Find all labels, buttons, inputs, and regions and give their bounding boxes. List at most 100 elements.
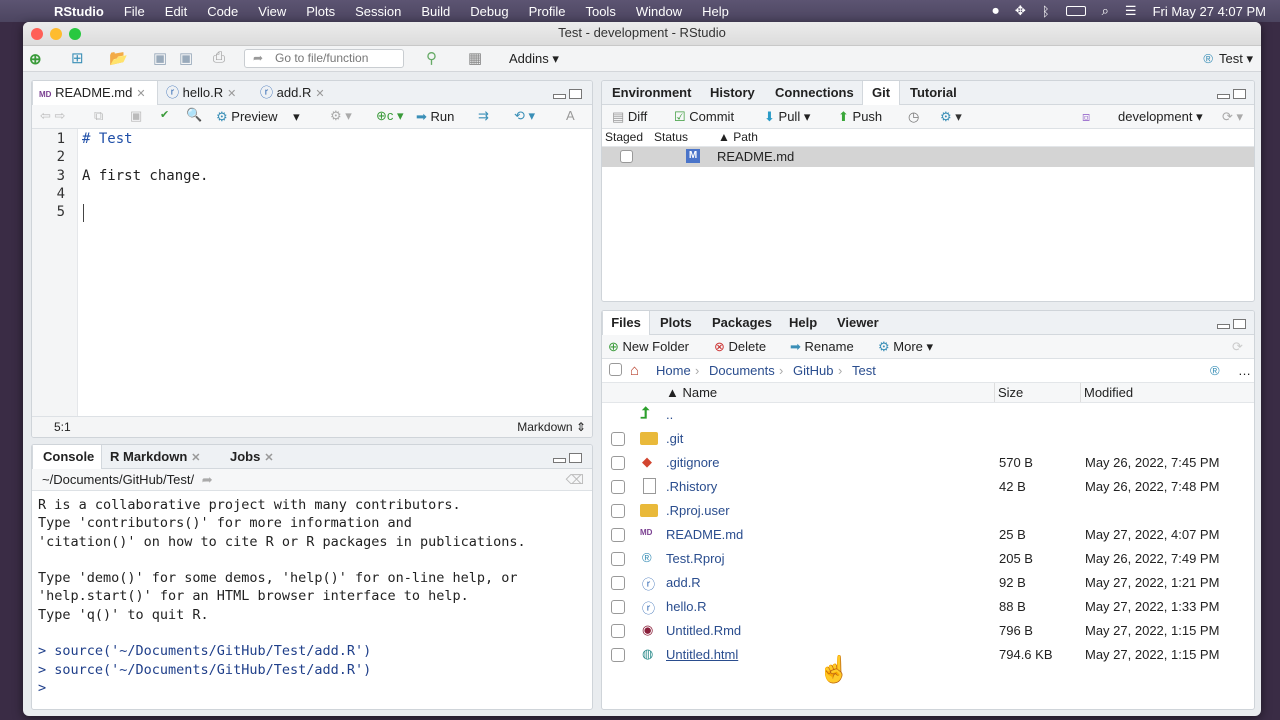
tab-packages[interactable]: Packages [706,311,778,335]
diff-button[interactable]: ▤ Diff [612,105,647,128]
control-center-icon[interactable]: ☰ [1125,3,1137,19]
project-menu[interactable]: ® Test ▾ [1203,51,1253,67]
file-name[interactable]: Test.Rproj [666,551,725,566]
minimize-window-button[interactable] [50,28,62,40]
console-output[interactable]: R is a collaborative project with many c… [38,497,588,709]
outline-icon[interactable]: A [566,108,575,123]
tab-r-markdown[interactable]: R Markdown ✕ [104,445,210,469]
print-icon[interactable]: ⎙ [213,49,225,66]
file-row[interactable]: ⓡ hello.R 88 B May 27, 2022, 1:33 PM [602,595,1254,619]
menu-plots[interactable]: Plots [306,4,335,19]
goto-file-function-input[interactable]: ➦ Go to file/function [244,49,404,68]
more-button[interactable]: ⚙ More ▾ [878,335,933,358]
close-icon[interactable]: ✕ [136,88,145,100]
home-icon[interactable]: ⌂ [630,359,639,382]
minimize-pane-icon[interactable] [1217,94,1230,99]
refresh-icon[interactable]: ⟳ [1232,335,1243,358]
file-row[interactable]: .Rhistory 42 B May 26, 2022, 7:48 PM [602,475,1254,499]
col-modified[interactable]: Modified [1080,383,1133,402]
code-editor[interactable]: # Test A first change. [82,129,592,416]
file-row[interactable]: MD README.md 25 B May 27, 2022, 4:07 PM [602,523,1254,547]
file-row[interactable]: .Rproj.user [602,499,1254,523]
close-icon[interactable]: ✕ [191,452,200,464]
row-checkbox[interactable] [611,528,625,542]
file-row[interactable]: .git [602,427,1254,451]
record-icon[interactable]: ⏺ [992,3,999,19]
new-file-icon[interactable]: ⊕ [29,50,42,68]
bluetooth-icon[interactable]: ᛒ [1042,4,1050,19]
row-checkbox[interactable] [611,432,625,446]
clear-console-icon[interactable]: ⌫ [566,469,584,490]
col-name[interactable]: ▲ Name [666,383,717,402]
save-icon[interactable]: ▣ [130,108,142,124]
pane-min-max[interactable] [550,451,584,463]
tab-readme-md[interactable]: MD README.md ✕ [32,81,158,106]
branch-menu[interactable]: development ▾ [1118,105,1203,128]
history-clock-icon[interactable]: ◷ [908,105,919,128]
row-checkbox[interactable] [611,504,625,518]
tab-viewer[interactable]: Viewer [831,311,885,335]
minimize-pane-icon[interactable] [553,94,566,99]
row-checkbox[interactable] [611,576,625,590]
rproj-icon[interactable]: ® [1210,359,1220,382]
tab-connections[interactable]: Connections [769,81,860,105]
dropbox-icon[interactable]: ✥ [1015,3,1026,19]
new-project-icon[interactable]: ⊞ [71,49,84,67]
tab-hello-r[interactable]: ⓡ hello.R ✕ [160,81,252,105]
menu-edit[interactable]: Edit [165,4,187,19]
tab-tutorial[interactable]: Tutorial [904,81,963,105]
menu-code[interactable]: Code [207,4,238,19]
col-size[interactable]: Size [994,383,1023,402]
save-icon[interactable]: ▣ [153,49,167,67]
file-name[interactable]: README.md [666,527,743,542]
source-run-icon[interactable]: ⟲ ▾ [514,108,535,124]
preview-button[interactable]: ⚙ Preview ▾ [216,109,300,125]
ellipsis-icon[interactable]: … [1238,359,1251,382]
delete-button[interactable]: ⊗ Delete [714,335,766,358]
file-row[interactable]: ® Test.Rproj 205 B May 26, 2022, 7:49 PM [602,547,1254,571]
menu-build[interactable]: Build [421,4,450,19]
staged-checkbox[interactable] [620,150,633,163]
menu-file[interactable]: File [124,4,145,19]
branch-icon[interactable]: ⧈ [1082,105,1090,128]
tab-jobs[interactable]: Jobs ✕ [224,445,284,469]
menu-profile[interactable]: Profile [529,4,566,19]
file-row-parent[interactable]: ⮥ .. [602,403,1254,427]
open-file-icon[interactable]: 📂 [109,49,128,67]
pane-min-max[interactable] [1214,87,1248,99]
commit-button[interactable]: ☑ Commit [674,105,734,128]
maximize-pane-icon[interactable] [1233,319,1246,329]
new-folder-button[interactable]: ⊕ New Folder [608,335,689,358]
tab-files[interactable]: Files [602,311,650,336]
menu-session[interactable]: Session [355,4,401,19]
close-icon[interactable]: ✕ [264,452,273,464]
menu-help[interactable]: Help [702,4,729,19]
spellcheck-icon[interactable]: ✔ [160,108,169,121]
pane-min-max[interactable] [1214,317,1248,329]
file-name[interactable]: Untitled.Rmd [666,623,741,638]
file-row[interactable]: ◆ .gitignore 570 B May 26, 2022, 7:45 PM [602,451,1254,475]
refresh-icon[interactable]: ⟳ ▾ [1222,105,1243,128]
menu-tools[interactable]: Tools [585,4,615,19]
file-name[interactable]: .git [666,431,683,446]
file-name[interactable]: .gitignore [666,455,719,470]
close-window-button[interactable] [31,28,43,40]
insert-chunk-icon[interactable]: ⊕c ▾ [376,108,404,124]
file-row[interactable]: ⓡ add.R 92 B May 27, 2022, 1:21 PM [602,571,1254,595]
pane-min-max[interactable] [550,87,584,99]
col-staged[interactable]: Staged [605,129,643,146]
menubar-clock[interactable]: Fri May 27 4:07 PM [1153,4,1266,19]
save-all-icon[interactable]: ▣ [179,49,193,67]
row-checkbox[interactable] [611,456,625,470]
back-icon[interactable]: ⇦ ⇨ [40,108,65,124]
row-checkbox[interactable] [611,600,625,614]
close-icon[interactable]: ✕ [315,88,324,100]
run-button[interactable]: ➡ Run [416,109,454,125]
file-type-menu[interactable]: Markdown ⇕ [517,417,586,437]
file-name[interactable]: .. [666,407,673,422]
crumb-home[interactable]: Home [656,359,691,382]
go-to-dir-icon[interactable]: ➦ [202,472,213,487]
col-status[interactable]: Status [654,129,688,146]
file-name[interactable]: Untitled.html [666,647,738,662]
battery-icon[interactable] [1065,6,1086,16]
